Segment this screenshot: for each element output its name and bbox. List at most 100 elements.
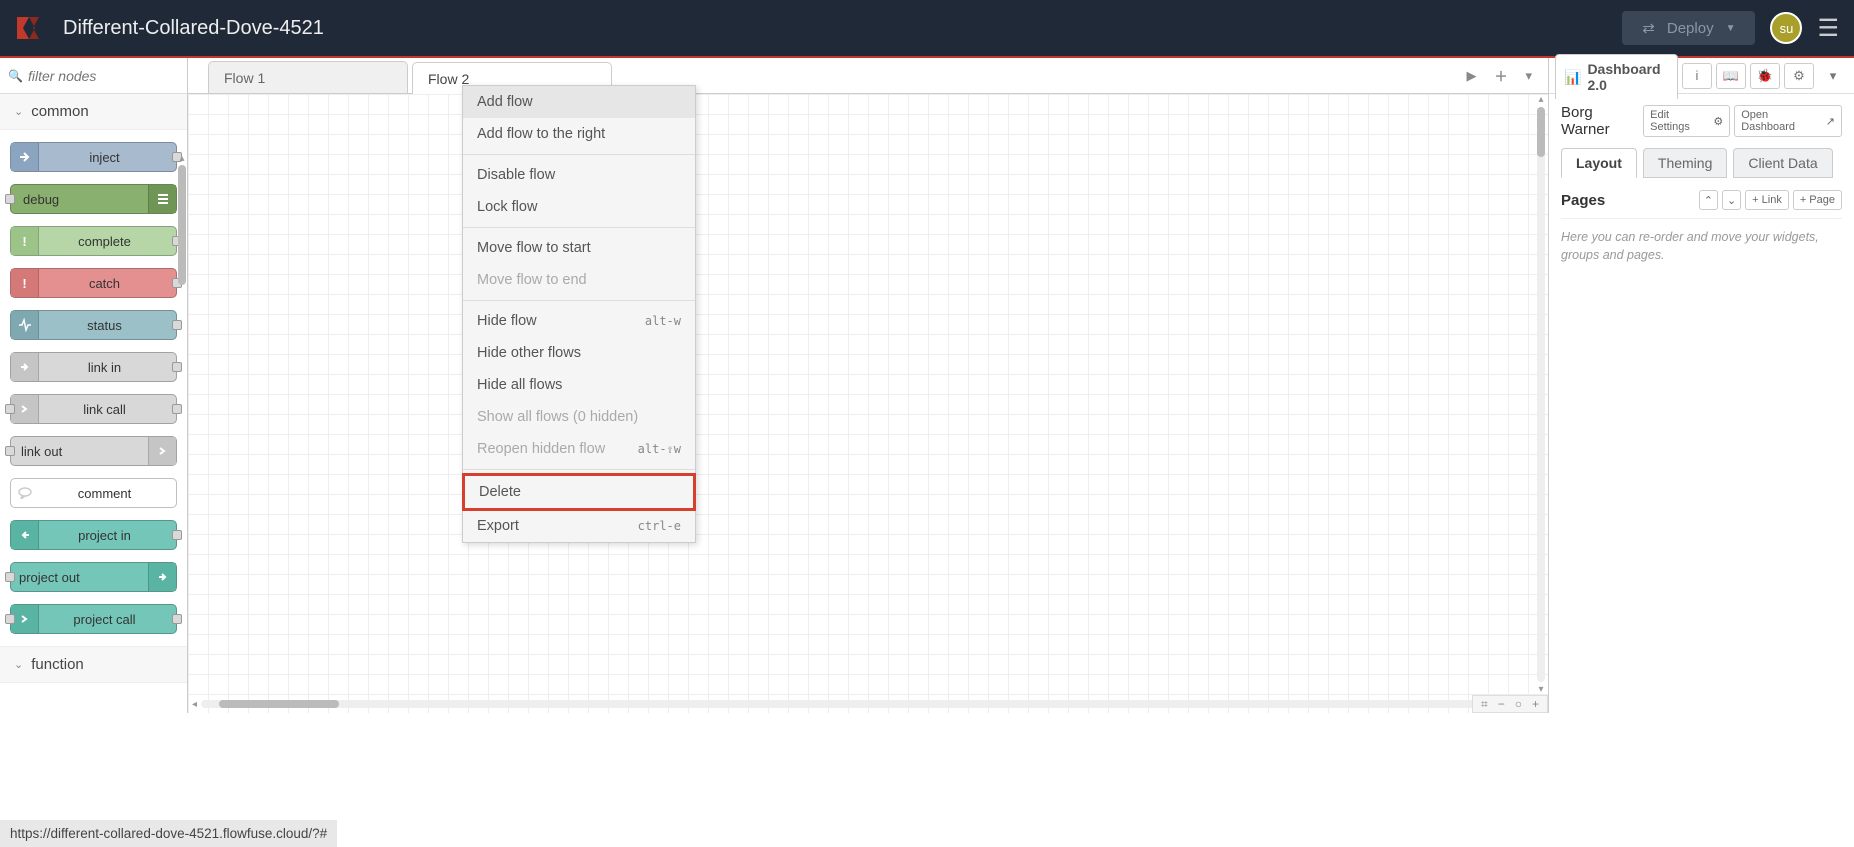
play-icon[interactable]: ▶ xyxy=(1460,64,1482,88)
comment-icon xyxy=(11,479,39,507)
status-bar: https://different-collared-dove-4521.flo… xyxy=(0,820,337,847)
node-project-in[interactable]: project in xyxy=(10,520,177,550)
node-complete[interactable]: ! complete xyxy=(10,226,177,256)
dashboard-icon: 📊 xyxy=(1564,69,1581,86)
canvas-scroll-vertical[interactable]: ▴▾ xyxy=(1534,94,1548,695)
node-label: link in xyxy=(39,360,176,375)
node-project-out[interactable]: project out xyxy=(10,562,177,592)
sidebar-main-tab[interactable]: 📊 Dashboard 2.0 xyxy=(1555,54,1678,99)
node-label: debug xyxy=(11,192,148,207)
pages-heading: Pages xyxy=(1561,192,1605,209)
node-catch[interactable]: ! catch xyxy=(10,268,177,298)
node-link-out[interactable]: link out xyxy=(10,436,177,466)
node-label: comment xyxy=(39,486,176,501)
category-common[interactable]: ⌄ common xyxy=(0,94,187,130)
hamburger-menu-icon[interactable]: ☰ xyxy=(1817,14,1839,43)
menu-add-flow[interactable]: Add flow xyxy=(463,86,695,118)
zoom-in-icon[interactable]: + xyxy=(1528,697,1543,711)
filter-nodes-input[interactable] xyxy=(28,68,179,84)
flow-context-menu: Add flow Add flow to the right Disable f… xyxy=(462,85,696,543)
link-call-icon xyxy=(11,395,39,423)
category-label: function xyxy=(31,656,84,673)
edit-settings-button[interactable]: Edit Settings⚙ xyxy=(1643,105,1730,137)
menu-hide-all[interactable]: Hide all flows xyxy=(463,369,695,401)
sidebar-main-tab-label: Dashboard 2.0 xyxy=(1587,61,1669,93)
menu-hide-other[interactable]: Hide other flows xyxy=(463,337,695,369)
link-in-icon xyxy=(11,353,39,381)
input-port xyxy=(5,446,15,456)
node-label: inject xyxy=(39,150,176,165)
user-avatar[interactable]: su xyxy=(1770,12,1802,44)
add-flow-icon[interactable]: ＋ xyxy=(1488,62,1513,89)
debug-button[interactable]: 🐞 xyxy=(1750,63,1780,89)
external-link-icon: ↗ xyxy=(1826,115,1835,128)
node-comment[interactable]: comment xyxy=(10,478,177,508)
zoom-out-icon[interactable]: − xyxy=(1494,697,1509,711)
menu-delete[interactable]: Delete xyxy=(462,473,696,511)
menu-add-flow-right[interactable]: Add flow to the right xyxy=(463,118,695,150)
caret-down-icon: ▼ xyxy=(1726,23,1736,34)
zoom-reset-icon[interactable]: ○ xyxy=(1511,697,1526,711)
palette-scrollbar[interactable]: ▴ xyxy=(177,153,187,713)
input-port xyxy=(5,572,15,582)
exclaim-icon: ! xyxy=(11,227,39,255)
node-link-call[interactable]: link call xyxy=(10,394,177,424)
pages-hint: Here you can re-order and move your widg… xyxy=(1561,218,1842,264)
input-port xyxy=(5,194,15,204)
tabs-menu-caret-icon[interactable]: ▾ xyxy=(1519,64,1538,88)
node-link-in[interactable]: link in xyxy=(10,352,177,382)
node-project-call[interactable]: project call xyxy=(10,604,177,634)
menu-lock-flow[interactable]: Lock flow xyxy=(463,191,695,223)
input-port xyxy=(5,404,15,414)
filter-nodes-box: 🔍 xyxy=(0,58,187,94)
navigator-icon[interactable]: ⌗ xyxy=(1477,697,1492,712)
menu-show-all: Show all flows (0 hidden) xyxy=(463,401,695,433)
node-inject[interactable]: inject xyxy=(10,142,177,172)
dashboard-project-name: Borg Warner xyxy=(1561,104,1643,138)
arrow-right-icon xyxy=(11,143,39,171)
project-out-icon xyxy=(148,563,176,591)
rside-tab-layout[interactable]: Layout xyxy=(1561,148,1637,178)
add-link-button[interactable]: + Link xyxy=(1745,190,1789,210)
config-button[interactable]: ⚙ xyxy=(1784,63,1814,89)
node-palette: 🔍 ⌄ common inject debug ! complete xyxy=(0,58,188,713)
chevron-down-icon: ⌄ xyxy=(14,105,23,118)
node-label: link out xyxy=(11,444,148,459)
info-button[interactable]: i xyxy=(1682,63,1712,89)
expand-all-button[interactable]: ⌄ xyxy=(1722,190,1741,210)
collapse-all-button[interactable]: ⌃ xyxy=(1699,190,1718,210)
right-sidebar: 📊 Dashboard 2.0 i 📖 🐞 ⚙ ▾ Borg Warner Ed… xyxy=(1548,58,1854,713)
open-dashboard-button[interactable]: Open Dashboard↗ xyxy=(1734,105,1842,137)
chevron-down-icon: ⌄ xyxy=(14,658,23,671)
app-header: Different-Collared-Dove-4521 ⇄ Deploy ▼ … xyxy=(0,0,1854,58)
menu-hide-flow[interactable]: Hide flowalt-w xyxy=(463,305,695,337)
menu-export[interactable]: Exportctrl-e xyxy=(463,510,695,542)
node-label: project out xyxy=(11,570,148,585)
flow-canvas[interactable] xyxy=(188,94,1548,713)
rside-tab-client-data[interactable]: Client Data xyxy=(1733,148,1832,178)
input-port xyxy=(5,614,15,624)
deploy-icon: ⇄ xyxy=(1642,19,1655,37)
workspace: Flow 1 Flow 2 ▶ ＋ ▾ ▴▾ ◂ ▸ ⌗ − ○ + xyxy=(188,58,1548,713)
deploy-button[interactable]: ⇄ Deploy ▼ xyxy=(1622,11,1755,45)
menu-move-start[interactable]: Move flow to start xyxy=(463,232,695,264)
gear-icon: ⚙ xyxy=(1713,115,1723,128)
node-debug[interactable]: debug xyxy=(10,184,177,214)
category-function[interactable]: ⌄ function xyxy=(0,646,187,683)
node-label: complete xyxy=(39,234,176,249)
node-label: project call xyxy=(39,612,176,627)
tab-flow-1[interactable]: Flow 1 xyxy=(208,61,408,93)
menu-disable-flow[interactable]: Disable flow xyxy=(463,159,695,191)
add-page-button[interactable]: + Page xyxy=(1793,190,1842,210)
category-label: common xyxy=(31,103,89,120)
link-out-icon xyxy=(148,437,176,465)
node-label: link call xyxy=(39,402,176,417)
node-label: status xyxy=(39,318,176,333)
sidebar-menu-caret-icon[interactable]: ▾ xyxy=(1818,63,1848,89)
canvas-scroll-horizontal[interactable]: ◂ ▸ xyxy=(188,695,1534,713)
node-label: project in xyxy=(39,528,176,543)
help-button[interactable]: 📖 xyxy=(1716,63,1746,89)
rside-tab-theming[interactable]: Theming xyxy=(1643,148,1727,178)
node-status[interactable]: status xyxy=(10,310,177,340)
deploy-label: Deploy xyxy=(1667,20,1714,37)
